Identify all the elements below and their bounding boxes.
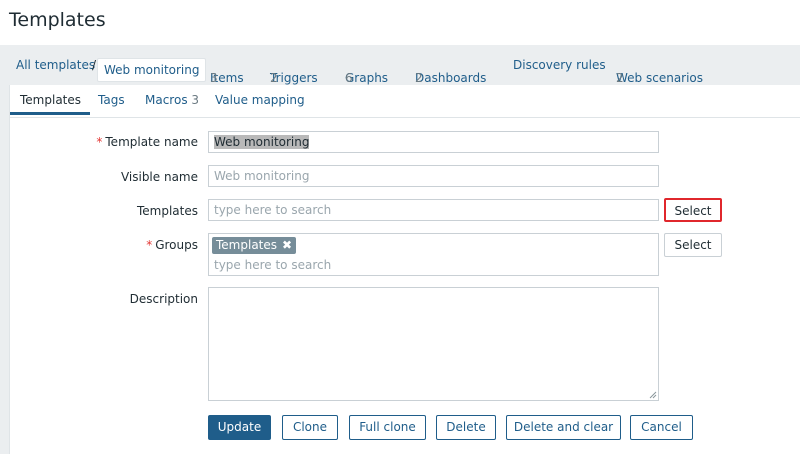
delete-and-clear-button[interactable]: Delete and clear	[506, 415, 621, 440]
template-name-label-text: Template name	[105, 135, 198, 149]
active-tab-indicator	[10, 112, 90, 115]
required-marker: *	[146, 238, 153, 252]
groups-label-text: Groups	[155, 238, 198, 252]
template-form-panel: Templates Tags Macros 3 Value mapping * T…	[9, 85, 800, 454]
groups-label: * Groups	[146, 238, 198, 252]
templates-search-placeholder: type here to search	[214, 203, 332, 217]
nav-web-scenarios-label: Web scenarios	[616, 71, 704, 85]
template-navigation: All templates / Web monitoring Items 3 T…	[0, 45, 800, 85]
required-marker: *	[96, 135, 103, 149]
tab-macros[interactable]: Macros 3	[145, 93, 199, 107]
tab-value-mapping[interactable]: Value mapping	[215, 93, 305, 107]
resize-handle-icon[interactable]	[649, 391, 657, 399]
page-header: Templates	[0, 0, 800, 45]
template-name-value: Web monitoring	[214, 135, 310, 149]
cancel-button[interactable]: Cancel	[630, 415, 693, 440]
template-name-label: * Template name	[96, 135, 198, 149]
nav-dashboards-count: 2	[415, 71, 423, 85]
templates-select-button[interactable]: Select	[664, 198, 722, 222]
nav-items-count: 3	[210, 71, 218, 85]
templates-label: Templates	[136, 204, 198, 218]
full-clone-button[interactable]: Full clone	[349, 415, 426, 440]
tab-tags[interactable]: Tags	[98, 93, 125, 107]
description-label: Description	[129, 292, 198, 306]
page-title: Templates	[9, 9, 106, 31]
nav-dashboards-label: Dashboards	[415, 71, 487, 85]
visible-name-input[interactable]: Web monitoring	[208, 165, 659, 187]
delete-button[interactable]: Delete	[436, 415, 496, 440]
tab-macros-count: 3	[191, 93, 200, 107]
groups-search-placeholder[interactable]: type here to search	[214, 258, 331, 272]
description-textarea[interactable]	[208, 287, 659, 401]
group-chip-label: Templates	[216, 238, 278, 252]
groups-select-button[interactable]: Select	[664, 233, 722, 257]
nav-discovery-rules-link[interactable]: Discovery rules	[513, 58, 606, 72]
group-chip-templates: Templates ✖	[212, 237, 297, 254]
clone-button[interactable]: Clone	[282, 415, 338, 440]
template-name-input[interactable]: Web monitoring	[208, 131, 659, 153]
groups-multiselect[interactable]: Templates ✖ type here to search	[208, 233, 659, 276]
breadcrumb-separator: /	[92, 58, 97, 72]
tab-templates[interactable]: Templates	[20, 93, 81, 107]
remove-chip-icon[interactable]: ✖	[282, 238, 292, 252]
breadcrumb-all-templates[interactable]: All templates	[16, 58, 95, 72]
breadcrumb-current-template[interactable]: Web monitoring	[97, 58, 207, 82]
visible-name-label: Visible name	[120, 170, 198, 184]
tab-macros-label: Macros	[145, 93, 188, 107]
nav-graphs-count: 6	[345, 71, 353, 85]
nav-triggers-count: 2	[270, 71, 278, 85]
visible-name-placeholder: Web monitoring	[214, 169, 310, 183]
templates-search-input[interactable]: type here to search	[208, 199, 659, 221]
nav-web-scenarios-count: 2	[616, 71, 624, 85]
update-button[interactable]: Update	[208, 415, 271, 440]
form-tabs: Templates Tags Macros 3 Value mapping	[10, 85, 800, 118]
